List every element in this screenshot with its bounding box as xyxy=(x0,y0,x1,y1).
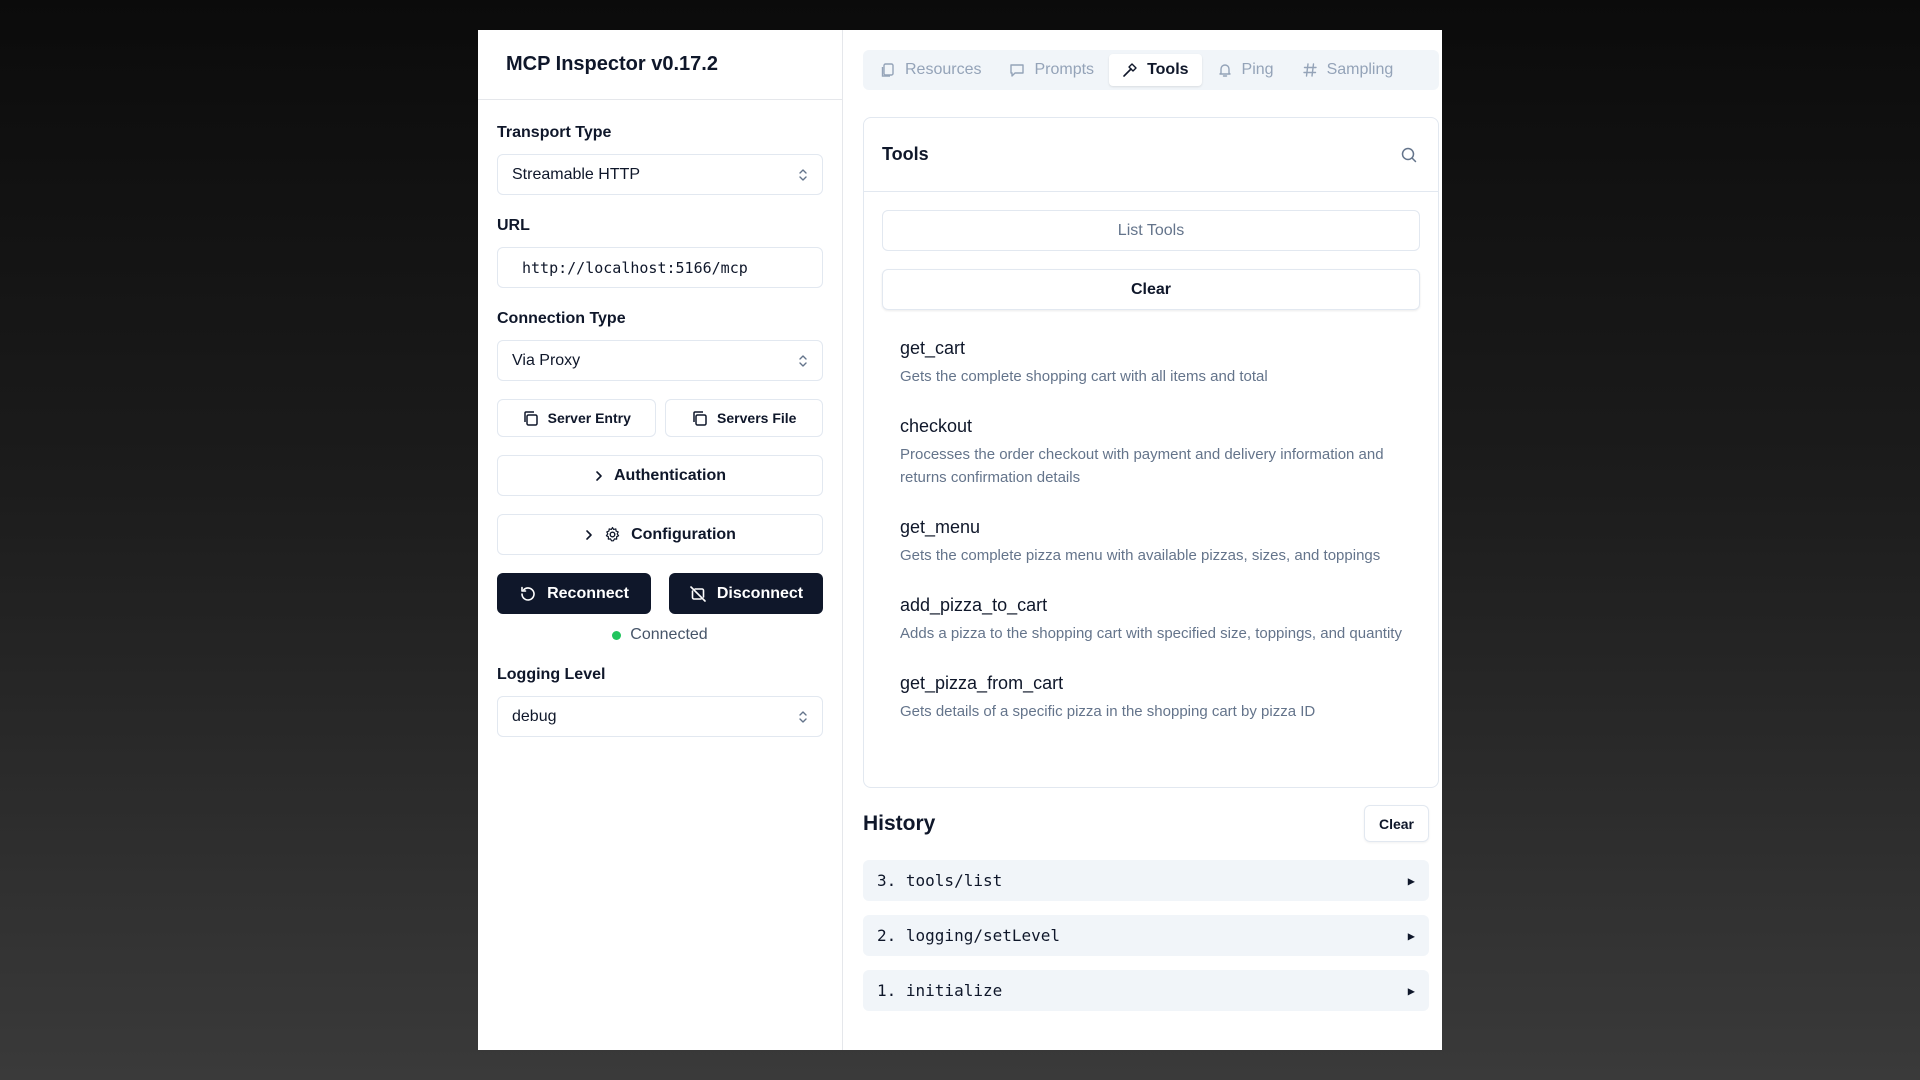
disconnect-label: Disconnect xyxy=(716,584,804,602)
gear-icon xyxy=(604,526,621,543)
server-entry-label: Server Entry xyxy=(547,410,631,426)
history-item[interactable]: 3. tools/list ▶ xyxy=(863,860,1429,901)
tool-description: Adds a pizza to the shopping cart with s… xyxy=(900,625,1402,642)
history-panel: History Clear 3. tools/list ▶ 2. logging… xyxy=(863,805,1429,1025)
hash-icon xyxy=(1302,62,1318,78)
tab-prompts[interactable]: Prompts xyxy=(996,54,1107,86)
tool-description: Processes the order checkout with paymen… xyxy=(900,446,1384,486)
triangle-right-icon: ▶ xyxy=(1407,983,1415,998)
tool-name: get_cart xyxy=(900,338,966,358)
triangle-right-icon: ▶ xyxy=(1407,928,1415,943)
chevron-right-icon xyxy=(584,529,594,541)
tab-label: Resources xyxy=(905,61,982,78)
unplug-icon xyxy=(689,585,707,603)
tool-description: Gets the complete shopping cart with all… xyxy=(900,368,1268,385)
tool-item[interactable]: get_pizza_from_cart Gets details of a sp… xyxy=(882,673,1420,723)
tools-title: Tools xyxy=(882,144,929,164)
authentication-toggle[interactable]: Authentication xyxy=(497,455,823,496)
message-icon xyxy=(1009,62,1025,78)
tab-label: Ping xyxy=(1241,61,1274,78)
tab-label: Sampling xyxy=(1326,61,1394,78)
tab-sampling[interactable]: Sampling xyxy=(1289,54,1407,86)
disconnect-button[interactable]: Disconnect xyxy=(669,573,823,614)
tool-item[interactable]: add_pizza_to_cart Adds a pizza to the sh… xyxy=(882,595,1420,645)
logging-level-select[interactable]: debug xyxy=(497,696,823,737)
sidebar: MCP Inspector v0.17.2 Transport Type Str… xyxy=(478,30,843,1050)
list-tools-button[interactable]: List Tools xyxy=(882,210,1420,251)
tab-label: Prompts xyxy=(1034,61,1095,78)
logging-level-label: Logging Level xyxy=(497,666,606,683)
chevron-right-icon xyxy=(594,470,604,482)
tab-ping[interactable]: Ping xyxy=(1204,54,1287,86)
status-text: Connected xyxy=(630,626,708,643)
main-panel: Resources Prompts Tools Ping Sampling To… xyxy=(843,30,1442,1050)
history-item-label: 2. logging/setLevel xyxy=(877,926,1061,945)
rotate-ccw-icon xyxy=(519,585,537,603)
connection-type-label: Connection Type xyxy=(497,310,626,327)
tool-item[interactable]: checkout Processes the order checkout wi… xyxy=(882,416,1420,489)
transport-type-value: Streamable HTTP xyxy=(512,165,641,183)
history-title: History xyxy=(863,811,936,835)
tools-card: Tools List Tools Clear get_cart Gets the… xyxy=(863,117,1439,788)
tool-item[interactable]: get_menu Gets the complete pizza menu wi… xyxy=(882,517,1420,567)
tab-bar: Resources Prompts Tools Ping Sampling xyxy=(863,50,1439,90)
authentication-label: Authentication xyxy=(614,466,726,484)
clear-history-button[interactable]: Clear xyxy=(1363,805,1429,842)
url-label: URL xyxy=(497,217,530,234)
reconnect-button[interactable]: Reconnect xyxy=(497,573,651,614)
url-input[interactable]: http://localhost:5166/mcp xyxy=(497,247,823,288)
search-icon[interactable] xyxy=(1400,146,1418,164)
tool-name: get_pizza_from_cart xyxy=(900,673,1064,693)
chevron-up-down-icon xyxy=(798,709,808,725)
tab-tools[interactable]: Tools xyxy=(1109,54,1202,86)
reconnect-label: Reconnect xyxy=(547,584,629,602)
sidebar-header: MCP Inspector v0.17.2 xyxy=(478,30,842,100)
copy-icon xyxy=(522,410,539,427)
configuration-toggle[interactable]: Configuration xyxy=(497,514,823,555)
transport-type-select[interactable]: Streamable HTTP xyxy=(497,154,823,195)
history-item[interactable]: 1. initialize ▶ xyxy=(863,970,1429,1011)
files-icon xyxy=(880,62,896,78)
triangle-right-icon: ▶ xyxy=(1407,873,1415,888)
tool-description: Gets details of a specific pizza in the … xyxy=(900,703,1316,720)
chevron-up-down-icon xyxy=(798,167,808,183)
tool-name: add_pizza_to_cart xyxy=(900,595,1048,615)
inspector-window: MCP Inspector v0.17.2 Transport Type Str… xyxy=(478,30,1442,1050)
tab-resources[interactable]: Resources xyxy=(867,54,994,86)
history-item[interactable]: 2. logging/setLevel ▶ xyxy=(863,915,1429,956)
servers-file-button[interactable]: Servers File xyxy=(664,399,823,437)
clear-tools-button[interactable]: Clear xyxy=(882,269,1420,310)
logging-level-value: debug xyxy=(512,707,557,725)
server-entry-button[interactable]: Server Entry xyxy=(497,399,656,437)
tool-description: Gets the complete pizza menu with availa… xyxy=(900,547,1381,564)
tool-name: get_menu xyxy=(900,517,981,537)
status-dot xyxy=(612,630,622,640)
connection-type-value: Via Proxy xyxy=(512,351,581,369)
transport-type-label: Transport Type xyxy=(497,124,612,141)
app-title: MCP Inspector v0.17.2 xyxy=(506,53,718,75)
tab-label: Tools xyxy=(1147,61,1189,78)
servers-file-label: Servers File xyxy=(717,410,797,426)
connection-type-select[interactable]: Via Proxy xyxy=(497,340,823,381)
bell-icon xyxy=(1217,62,1233,78)
history-item-label: 3. tools/list xyxy=(877,871,1003,890)
tool-item[interactable]: get_cart Gets the complete shopping cart… xyxy=(882,338,1420,388)
history-item-label: 1. initialize xyxy=(877,981,1003,1000)
tools-card-header: Tools xyxy=(864,118,1438,192)
chevron-up-down-icon xyxy=(798,353,808,369)
configuration-label: Configuration xyxy=(631,525,736,543)
hammer-icon xyxy=(1122,62,1138,78)
copy-icon xyxy=(691,410,708,427)
url-value: http://localhost:5166/mcp xyxy=(522,258,748,277)
connection-status: Connected xyxy=(497,626,823,644)
tool-name: checkout xyxy=(900,416,973,436)
